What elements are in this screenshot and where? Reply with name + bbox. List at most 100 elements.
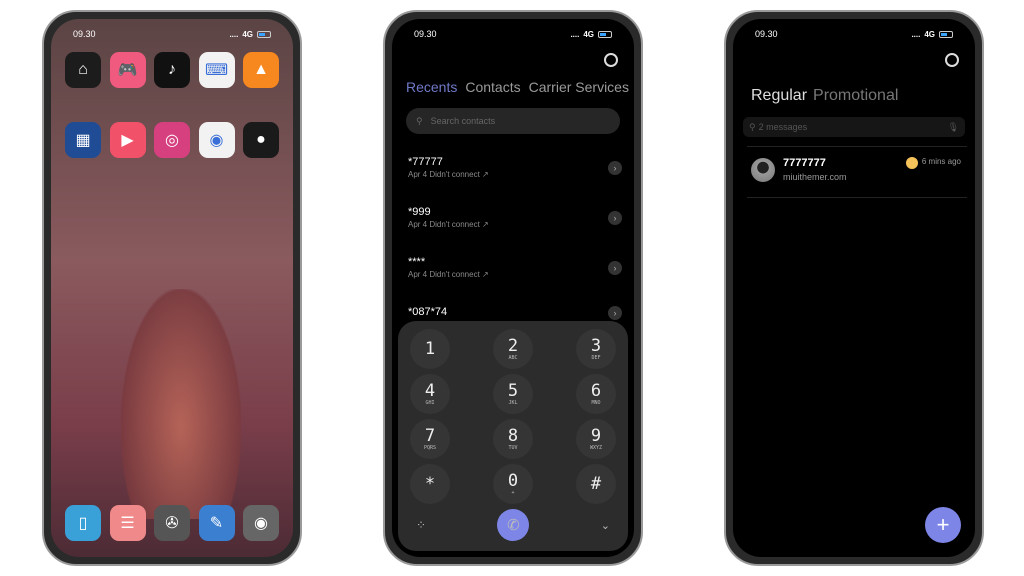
- dial-key[interactable]: 7 PQRS: [410, 419, 450, 459]
- app-row-2: ▦ ▶ ◎ ◉ ●: [65, 122, 279, 158]
- chevron-right-icon[interactable]: ›: [608, 306, 622, 320]
- key-letters: ABC: [508, 354, 518, 361]
- dial-key[interactable]: 4 GHI: [410, 374, 450, 414]
- chevron-right-icon[interactable]: ›: [608, 160, 622, 175]
- key-digit: *: [424, 473, 436, 494]
- dial-key[interactable]: 3 DEF: [576, 329, 616, 369]
- divider: [747, 146, 967, 147]
- key-digit: 3: [590, 335, 602, 356]
- dock: ▯ ☰ ✇ ✎ ◉: [65, 505, 279, 541]
- tiktok-icon[interactable]: ♪: [154, 52, 190, 88]
- thread-sender: 7777777: [783, 157, 826, 169]
- call-button[interactable]: ✆: [497, 509, 530, 541]
- notes-icon[interactable]: ✎: [198, 505, 235, 541]
- tab-recents[interactable]: Recents: [406, 79, 457, 95]
- call-number: *999: [408, 206, 431, 218]
- recent-call-item[interactable]: **** Apr 4 Didn't connect ↗ ›: [408, 256, 622, 279]
- home-screen: 09.30 .... 4G ⌂ 🎮 ♪ ⌨ ▲ ▦ ▶ ◎ ◉ ● ▯ ☰ ✇ ✎ ◉: [51, 19, 293, 557]
- dial-key[interactable]: #: [576, 464, 616, 504]
- dialpad: 1 2 ABC 3 DEF 4 GHI 5 JKL 6 MNO 7 PQRS 8 TUV 9 WXYZ * 0 + # …: [398, 321, 628, 551]
- key-digit: 0: [507, 470, 519, 491]
- dial-key[interactable]: *: [410, 464, 450, 504]
- dial-key[interactable]: 5 JKL: [493, 374, 533, 414]
- call-number: *087*74: [408, 306, 448, 318]
- dial-key[interactable]: 6 MNO: [576, 374, 616, 414]
- recent-call-item[interactable]: *087*74 ›: [408, 306, 622, 320]
- dial-key[interactable]: 2 ABC: [493, 329, 533, 369]
- settings-gear-icon[interactable]: [945, 53, 959, 67]
- battery-icon: [939, 30, 953, 38]
- phone-app-icon[interactable]: ▯: [65, 505, 101, 541]
- key-letters: PQRS: [423, 444, 437, 451]
- game-controller-icon[interactable]: 🎮: [109, 52, 146, 88]
- vlc-cone-icon[interactable]: ▲: [243, 52, 279, 88]
- messages-phone: 09.30 .... 4G Regular Promotional ⚲ 2 mess…: [724, 10, 984, 566]
- battery-icon: [257, 30, 271, 38]
- messages-icon[interactable]: ☰: [109, 505, 146, 541]
- recent-call-item[interactable]: *999 Apr 4 Didn't connect ↗ ›: [408, 206, 622, 229]
- network-type: 4G: [583, 29, 594, 39]
- key-digit: 5: [507, 380, 519, 401]
- wallpaper-hand: [121, 289, 241, 519]
- dialpad-menu-icon[interactable]: ⁘: [416, 518, 426, 532]
- key-digit: #: [590, 473, 602, 494]
- search-icon: ⚲: [416, 115, 423, 126]
- key-digit: 7: [424, 425, 436, 446]
- key-letters: JKL: [508, 399, 518, 406]
- search-placeholder: Search contacts: [430, 116, 496, 126]
- call-detail: Apr 4 Didn't connect ↗: [408, 270, 489, 279]
- call-detail: Apr 4 Didn't connect ↗: [408, 170, 489, 179]
- microphone-icon[interactable]: 🎙: [948, 122, 959, 133]
- dialer-screen: 09.30 .... 4G Recents Contacts Carrier Se…: [392, 19, 634, 557]
- mercedes-logo-icon[interactable]: ✇: [154, 505, 190, 541]
- tab-carrier-services[interactable]: Carrier Services: [529, 79, 629, 95]
- search-messages-input[interactable]: ⚲ 2 messages 🎙: [743, 117, 965, 137]
- battery-icon: [598, 30, 612, 38]
- status-bar: 09.30 .... 4G: [414, 27, 612, 41]
- call-number: *77777: [408, 156, 443, 168]
- dial-key[interactable]: 9 WXYZ: [576, 419, 616, 459]
- bird-icon[interactable]: ●: [243, 122, 279, 158]
- unread-badge: [905, 157, 918, 169]
- instagram-icon[interactable]: ◎: [154, 122, 190, 158]
- status-time: 09.30: [73, 29, 96, 39]
- message-thread[interactable]: 7777777 miuithemer.com 6 mins ago: [751, 157, 961, 182]
- status-bar: 09.30 .... 4G: [73, 27, 271, 41]
- swiftkey-keyboard-icon[interactable]: ⌨: [198, 52, 235, 88]
- status-time: 09.30: [414, 29, 437, 39]
- settings-gear-icon[interactable]: [604, 53, 618, 67]
- key-digit: 2: [507, 335, 519, 356]
- tab-promotional[interactable]: Promotional: [813, 87, 898, 105]
- signal-icon: ....: [911, 29, 921, 39]
- signal-icon: ....: [229, 29, 239, 39]
- camera-icon[interactable]: ◉: [243, 505, 279, 541]
- recent-call-item[interactable]: *77777 Apr 4 Didn't connect ↗ ›: [408, 156, 622, 179]
- key-digit: 1: [424, 338, 436, 359]
- divider: [747, 197, 967, 198]
- key-letters: DEF: [591, 354, 601, 361]
- dial-key[interactable]: 0 +: [493, 464, 533, 504]
- search-contacts-input[interactable]: ⚲ Search contacts: [406, 108, 620, 134]
- tab-contacts[interactable]: Contacts: [465, 79, 520, 95]
- messages-screen: 09.30 .... 4G Regular Promotional ⚲ 2 mess…: [733, 19, 975, 557]
- new-message-button[interactable]: +: [925, 507, 961, 543]
- key-digit: 6: [590, 380, 602, 401]
- thread-preview: miuithemer.com: [783, 172, 847, 182]
- collapse-dialpad-icon[interactable]: ⌄: [601, 519, 610, 532]
- home-screen-phone: 09.30 .... 4G ⌂ 🎮 ♪ ⌨ ▲ ▦ ▶ ◎ ◉ ● ▯ ☰ ✇ ✎ ◉: [42, 10, 302, 566]
- chevron-right-icon[interactable]: ›: [608, 210, 622, 225]
- tab-regular[interactable]: Regular: [751, 87, 807, 105]
- signal-icon: ....: [570, 29, 580, 39]
- dial-key[interactable]: 1: [410, 329, 450, 369]
- home-app-icon[interactable]: ⌂: [65, 52, 101, 88]
- windows-tiles-icon[interactable]: ▦: [65, 122, 101, 158]
- dialer-phone: 09.30 .... 4G Recents Contacts Carrier Se…: [383, 10, 643, 566]
- search-placeholder: 2 messages: [758, 122, 808, 132]
- dial-key[interactable]: 8 TUV: [493, 419, 533, 459]
- chevron-right-icon[interactable]: ›: [608, 260, 622, 275]
- call-detail: Apr 4 Didn't connect ↗: [408, 220, 489, 229]
- chrome-icon[interactable]: ◉: [198, 122, 235, 158]
- video-player-icon[interactable]: ▶: [109, 122, 146, 158]
- app-row-1: ⌂ 🎮 ♪ ⌨ ▲: [65, 52, 279, 88]
- key-letters: MNO: [591, 399, 601, 406]
